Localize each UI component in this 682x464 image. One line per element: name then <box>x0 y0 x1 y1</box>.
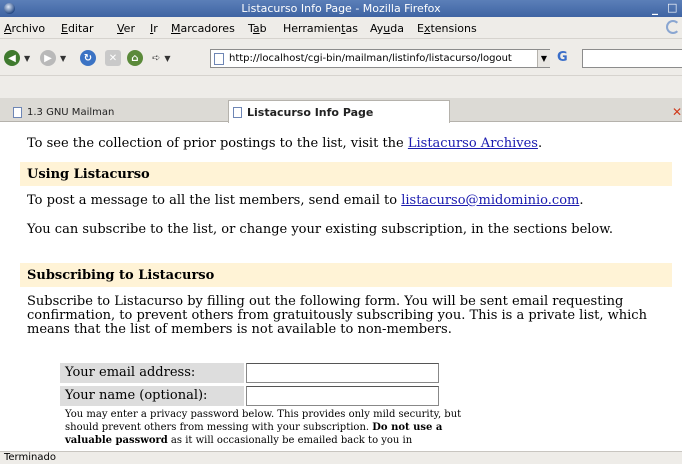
bookmarks-toolbar <box>0 76 682 98</box>
section-using-header: Using Listacurso <box>20 162 672 186</box>
tab-label: Listacurso Info Page <box>247 105 374 119</box>
menu-herramientas[interactable]: Herramientas <box>283 22 358 35</box>
archives-link[interactable]: Listacurso Archives <box>408 136 538 151</box>
name-label: Your name (optional): <box>60 386 244 406</box>
section-subscribing-header: Subscribing to Listacurso <box>20 263 672 287</box>
menu-bar: Archivo Editar Ver Ir Marcadores Tab Her… <box>0 17 682 39</box>
tab-listacurso[interactable]: Listacurso Info Page <box>228 100 450 123</box>
forward-dropdown-icon[interactable]: ▼ <box>60 54 66 63</box>
privacy-note: You may enter a privacy password below. … <box>65 409 462 446</box>
tab-page-icon <box>13 106 22 118</box>
search-input[interactable] <box>582 49 682 68</box>
menu-marcadores[interactable]: Marcadores <box>171 22 235 35</box>
subscribe-paragraph: Subscribe to Listacurso by filling out t… <box>27 294 647 337</box>
navigation-toolbar: ◀ ▼ ▶ ▼ ↻ ✕ ⌂ ➪ ▼ http://localhost/cgi-bin/… <box>0 39 682 76</box>
tab-page-icon <box>233 106 242 118</box>
tab-gnu-mailman[interactable]: 1.3 GNU Mailman <box>0 102 228 122</box>
page-content: To see the collection of prior postings … <box>0 123 682 451</box>
stop-icon: ✕ <box>105 50 121 66</box>
menu-ver[interactable]: Ver <box>117 22 135 35</box>
email-field[interactable] <box>246 363 439 383</box>
status-bar: Terminado <box>0 451 682 464</box>
forward-arrow-icon: ▶ <box>40 50 56 66</box>
menu-extensions[interactable]: Extensions <box>417 22 477 35</box>
back-dropdown-icon[interactable]: ▼ <box>24 54 30 63</box>
menu-ayuda[interactable]: Ayuda <box>370 22 404 35</box>
url-input[interactable]: http://localhost/cgi-bin/mailman/listinf… <box>229 53 512 64</box>
tab-label: 1.3 GNU Mailman <box>27 106 115 118</box>
status-text: Terminado <box>4 452 56 463</box>
stop-button[interactable]: ✕ <box>105 49 121 67</box>
reload-button[interactable]: ↻ <box>80 49 96 67</box>
archives-paragraph: To see the collection of prior postings … <box>27 136 543 151</box>
menu-tab[interactable]: Tab <box>248 22 267 35</box>
page-icon <box>214 52 224 65</box>
url-bar[interactable]: http://localhost/cgi-bin/mailman/listinf… <box>210 49 550 68</box>
post-paragraph: To post a message to all the list member… <box>27 193 584 208</box>
go-button[interactable]: G <box>557 50 568 65</box>
reload-icon: ↻ <box>80 50 96 66</box>
minimize-button[interactable]: _ <box>652 1 658 15</box>
close-tab-icon[interactable]: ✕ <box>672 105 682 119</box>
forward-button[interactable]: ▶ ▼ <box>40 49 66 67</box>
subscribe-intro-paragraph: You can subscribe to the list, or change… <box>27 222 613 237</box>
go-history-button[interactable]: ➪ ▼ <box>152 49 171 67</box>
menu-ir[interactable]: Ir <box>150 22 158 35</box>
throbber-icon <box>666 20 680 34</box>
maximize-button[interactable]: □ <box>667 1 677 14</box>
home-icon: ⌂ <box>127 50 143 66</box>
tab-strip: 1.3 GNU Mailman Listacurso Info Page ✕ <box>0 98 682 123</box>
name-field[interactable] <box>246 386 439 406</box>
menu-archivo[interactable]: Archivo <box>4 22 45 35</box>
list-email-link[interactable]: listacurso@midominio.com <box>401 193 579 208</box>
history-dropdown-icon[interactable]: ▼ <box>164 54 170 63</box>
home-button[interactable]: ⌂ <box>127 49 143 67</box>
url-dropdown-icon[interactable]: ▼ <box>537 50 550 67</box>
history-arrow-icon: ➪ <box>152 52 161 64</box>
window-titlebar: Listacurso Info Page - Mozilla Firefox _… <box>0 0 682 17</box>
back-arrow-icon: ◀ <box>4 50 20 66</box>
menu-editar[interactable]: Editar <box>61 22 94 35</box>
email-label: Your email address: <box>60 363 244 383</box>
window-title: Listacurso Info Page - Mozilla Firefox <box>241 2 441 15</box>
back-button[interactable]: ◀ ▼ <box>4 49 30 67</box>
